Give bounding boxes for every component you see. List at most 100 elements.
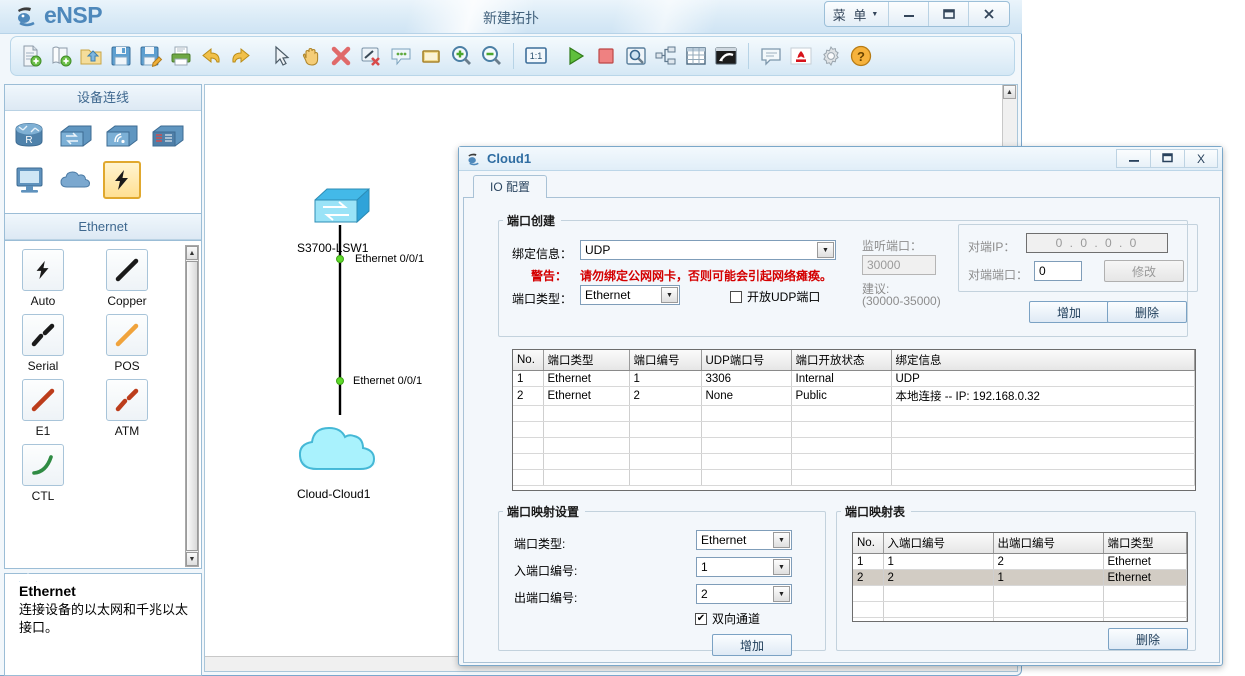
chevron-down-icon[interactable]: ▼ <box>661 287 678 303</box>
chevron-down-icon[interactable]: ▼ <box>773 532 790 548</box>
in-port-combo[interactable]: 1 ▼ <box>696 557 792 577</box>
close-button[interactable] <box>969 2 1009 26</box>
zoom-in-icon[interactable] <box>447 42 475 70</box>
firewall-icon[interactable] <box>149 117 187 155</box>
scroll-down-arrow-icon[interactable]: ▼ <box>186 552 198 566</box>
out-port-combo[interactable]: 2 ▼ <box>696 584 792 604</box>
cable-e1[interactable]: E1 <box>15 379 71 438</box>
mapping-table-cell: Ethernet <box>1103 569 1187 586</box>
dialog-maximize-button[interactable] <box>1150 149 1184 168</box>
chat-icon[interactable] <box>757 42 785 70</box>
table-row-empty[interactable] <box>853 617 1187 621</box>
cable-pos[interactable]: POS <box>99 314 155 373</box>
select-cursor-icon[interactable] <box>267 42 295 70</box>
cable-auto[interactable]: Auto <box>15 249 71 308</box>
stop-device-icon[interactable] <box>592 42 620 70</box>
save-as-icon[interactable] <box>137 42 165 70</box>
mapping-add-button[interactable]: 增加 <box>712 634 792 656</box>
cable-serial[interactable]: Serial <box>15 314 71 373</box>
table-row-empty[interactable] <box>513 437 1195 454</box>
zoom-out-icon[interactable] <box>477 42 505 70</box>
comment-icon[interactable] <box>387 42 415 70</box>
open-udp-port-checkbox[interactable]: 开放UDP端口 <box>730 288 820 305</box>
endpoint-icon[interactable] <box>11 161 49 199</box>
cable-atm[interactable]: ATM <box>99 379 155 438</box>
new-scenario-icon[interactable] <box>47 42 75 70</box>
packet-capture-icon[interactable] <box>622 42 650 70</box>
maximize-button[interactable] <box>929 2 969 26</box>
chevron-down-icon[interactable]: ▼ <box>773 586 790 602</box>
port-table[interactable]: No. 端口类型 端口编号 UDP端口号 端口开放状态 绑定信息 1 Ethernet 1 33… <box>512 349 1196 491</box>
start-device-icon[interactable] <box>562 42 590 70</box>
table-row-empty[interactable] <box>513 421 1195 438</box>
table-row-empty[interactable] <box>853 585 1187 602</box>
redo-icon[interactable] <box>227 42 255 70</box>
add-port-button[interactable]: 增加 <box>1029 301 1109 323</box>
menu-button[interactable]: 菜 单 ▼ <box>825 2 889 26</box>
chevron-down-icon[interactable]: ▼ <box>773 559 790 575</box>
connection-icon[interactable] <box>103 161 141 199</box>
minimize-button[interactable] <box>889 2 929 26</box>
cable-ctl-icon <box>22 444 64 486</box>
canvas-scroll-up-icon[interactable]: ▲ <box>1003 85 1016 99</box>
open-icon[interactable] <box>77 42 105 70</box>
console-icon[interactable] <box>712 42 740 70</box>
dialog-window-controls: X <box>1116 149 1218 168</box>
settings-gear-icon[interactable] <box>817 42 845 70</box>
table-row[interactable]: 2 2 1 Ethernet <box>853 569 1187 586</box>
delete-port-button[interactable]: 删除 <box>1107 301 1187 323</box>
port-table-header-cell: 端口编号 <box>629 350 702 371</box>
table-row-empty[interactable] <box>513 405 1195 422</box>
bidirectional-checkbox-box[interactable]: ✔ <box>695 612 707 625</box>
cable-scrollbar[interactable]: ▲ ▼ <box>185 245 199 567</box>
binding-info-combo[interactable]: UDP ▼ <box>580 240 836 260</box>
undo-icon[interactable] <box>197 42 225 70</box>
pan-hand-icon[interactable] <box>297 42 325 70</box>
peer-ip-input[interactable]: 0 . 0 . 0 . 0 <box>1026 233 1168 253</box>
port-table-cell: 2 <box>629 386 702 406</box>
table-row[interactable]: 2 Ethernet 2 None Public 本地连接 -- IP: 192.168.… <box>513 386 1195 406</box>
bidirectional-checkbox[interactable]: ✔ 双向通道 <box>695 610 760 627</box>
open-udp-port-checkbox-box[interactable] <box>730 290 742 303</box>
huawei-logo-icon[interactable] <box>787 42 815 70</box>
mapping-delete-button[interactable]: 删除 <box>1108 628 1188 650</box>
save-icon[interactable] <box>107 42 135 70</box>
grid-icon[interactable] <box>682 42 710 70</box>
cloud-node-icon[interactable] <box>293 407 393 485</box>
cloud-icon[interactable] <box>57 161 95 199</box>
table-row-empty[interactable] <box>853 601 1187 618</box>
mapping-port-type-combo[interactable]: Ethernet ▼ <box>696 530 792 550</box>
port-label-top: Ethernet 0/0/1 <box>355 253 425 265</box>
scrollbar-thumb[interactable] <box>186 261 198 551</box>
mapping-table-header-cell: 端口类型 <box>1103 533 1187 554</box>
help-icon[interactable]: ? <box>847 42 875 70</box>
chevron-down-icon[interactable]: ▼ <box>817 242 834 258</box>
cable-copper[interactable]: Copper <box>99 249 155 308</box>
delete-icon[interactable] <box>327 42 355 70</box>
modify-button[interactable]: 修改 <box>1104 260 1184 282</box>
scroll-up-arrow-icon[interactable]: ▲ <box>186 246 198 260</box>
zoom-reset-icon[interactable]: 1:1 <box>522 42 550 70</box>
port-type-combo[interactable]: Ethernet ▼ <box>580 285 680 305</box>
remove-link-icon[interactable] <box>357 42 385 70</box>
table-row-empty[interactable] <box>513 469 1195 486</box>
cable-ctl[interactable]: CTL <box>15 444 71 503</box>
table-row-empty[interactable] <box>513 453 1195 470</box>
switch-icon[interactable] <box>57 117 95 155</box>
table-row[interactable]: 1 1 2 Ethernet <box>853 553 1187 570</box>
wlan-icon[interactable] <box>103 117 141 155</box>
dialog-minimize-button[interactable] <box>1116 149 1150 168</box>
rectangle-icon[interactable] <box>417 42 445 70</box>
mapping-table[interactable]: No. 入端口编号 出端口编号 端口类型 1 1 2 Ethernet 2 2 1 Ethernet <box>852 532 1188 622</box>
print-icon[interactable] <box>167 42 195 70</box>
dialog-close-button[interactable]: X <box>1184 149 1218 168</box>
peer-port-input[interactable]: 0 <box>1034 261 1082 281</box>
tab-io-config[interactable]: IO 配置 <box>473 175 548 199</box>
router-icon[interactable]: R <box>11 117 49 155</box>
listen-port-input[interactable]: 30000 <box>862 255 936 275</box>
topology-tree-icon[interactable] <box>652 42 680 70</box>
table-row[interactable]: 1 Ethernet 1 3306 Internal UDP <box>513 370 1195 387</box>
switch-node-icon[interactable] <box>311 182 373 234</box>
new-topology-icon[interactable] <box>17 42 45 70</box>
port-table-cell-empty <box>629 405 702 422</box>
